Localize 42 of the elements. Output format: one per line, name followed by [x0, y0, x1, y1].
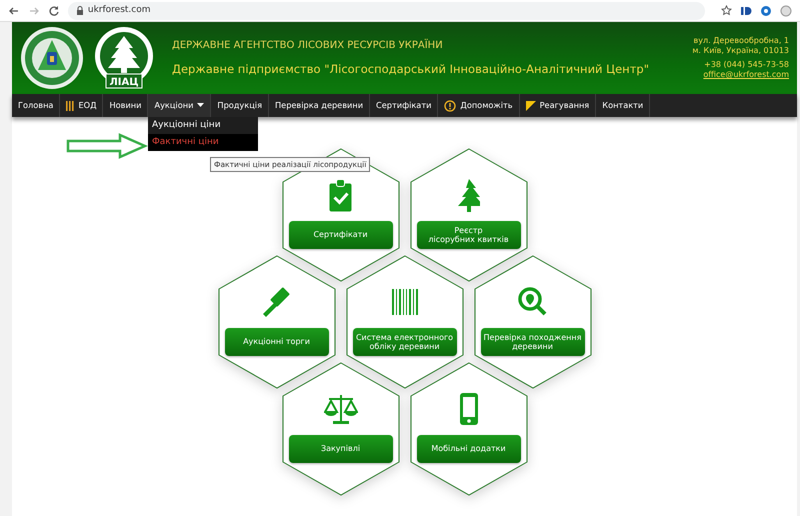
tile-button[interactable]: Мобільні додатки — [416, 435, 520, 463]
address-text: м. Київ, Україна, 01013 — [692, 46, 789, 56]
caret-icon — [197, 103, 204, 108]
tile-button[interactable]: Закупівлі — [288, 435, 392, 463]
reload-icon[interactable] — [48, 4, 60, 16]
nav-item[interactable]: Сертифікати — [370, 94, 438, 117]
tile-button[interactable]: Перевірка походження деревини — [480, 328, 584, 356]
nav-item[interactable]: Контакти — [596, 94, 650, 117]
triangle-icon — [526, 100, 536, 110]
nav-item[interactable]: Головна — [12, 94, 60, 117]
enterprise-title: Державне підприємство "Лісогосподарський Інноваційно-Аналітичний Центр" — [172, 60, 650, 78]
phone-text: +38 (044) 545-73-58 — [703, 60, 789, 70]
nav-item[interactable]: Перевірка деревини — [269, 94, 370, 117]
nav-item[interactable]: Допоможіть — [438, 94, 520, 117]
forest-logo: ЛІАЦ — [92, 26, 156, 90]
profile-icon[interactable] — [780, 4, 792, 16]
agency-title: ДЕРЖАВНЕ АГЕНТСТВО ЛІСОВИХ РЕСУРСІВ УКРАЇНИ — [172, 38, 444, 53]
address-text: вул. Деревообробна, 1 — [692, 36, 789, 46]
search-icon — [518, 287, 547, 317]
lock-icon — [76, 6, 84, 15]
extension-icon[interactable] — [760, 4, 772, 16]
tile-button[interactable]: Система електронного обліку деревини — [352, 328, 456, 356]
tile-button[interactable]: Аукціонні торги — [224, 328, 328, 356]
barcode-icon — [392, 289, 418, 315]
nav-item[interactable]: ЕОД — [60, 94, 104, 117]
extension-icon[interactable] — [740, 4, 752, 16]
tile-button[interactable]: Реєстр лісорубних квитків — [416, 221, 520, 249]
emblem-logo — [20, 26, 84, 90]
address-bar[interactable]: ukrforest.com — [68, 2, 706, 20]
tile-button[interactable]: Сертифікати — [288, 221, 392, 249]
alert-icon — [444, 100, 456, 112]
clipboard-check-icon — [329, 178, 352, 212]
email-link[interactable]: office@ukrforest.com — [692, 70, 789, 80]
dropdown-item[interactable]: Фактичні ціни — [148, 134, 258, 151]
bars-icon — [66, 100, 74, 110]
phone-icon — [460, 393, 478, 425]
scales-icon — [324, 394, 358, 424]
arrow-icon — [66, 133, 148, 159]
gavel-icon — [262, 286, 291, 318]
nav-item[interactable]: Реагування — [520, 94, 596, 117]
star-icon[interactable] — [721, 5, 732, 16]
tree-icon — [458, 178, 480, 212]
